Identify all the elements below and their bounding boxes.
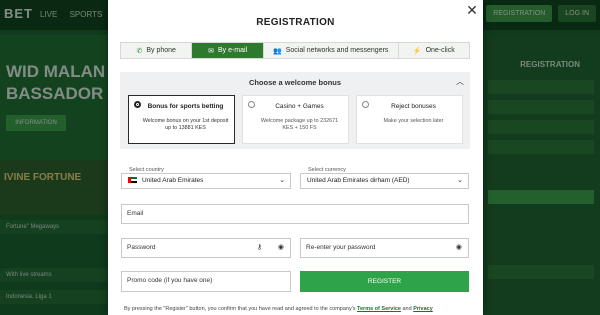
currency-select[interactable]: United Arab Emirates dirham (AED) ⌄ xyxy=(300,173,469,189)
tab-by-email[interactable]: ✉ By e-mail xyxy=(192,43,264,58)
password-repeat-field[interactable]: Re-enter your password ◉ xyxy=(300,238,469,258)
bonus-heading: Choose a welcome bonus xyxy=(248,78,342,87)
bonus-option-title: Casino + Games xyxy=(275,103,324,110)
close-icon[interactable]: ✕ xyxy=(465,3,479,17)
country-select[interactable]: United Arab Emirates ⌄ xyxy=(121,173,291,189)
bonus-option-desc: Welcome package up to 232671 KES + 150 F… xyxy=(260,118,339,131)
email-field[interactable]: Email xyxy=(121,204,469,224)
tab-by-phone[interactable]: ✆ By phone xyxy=(121,43,193,58)
tab-label: Social networks and messengers xyxy=(285,47,389,54)
bonus-option-casino[interactable]: Casino + Games Welcome package up to 232… xyxy=(242,95,349,144)
bonus-option-reject[interactable]: Reject bonuses Make your selection later xyxy=(356,95,463,144)
people-icon: 👥 xyxy=(272,47,282,55)
terms-link[interactable]: Terms of Service xyxy=(357,306,401,312)
tab-social-networks[interactable]: 👥 Social networks and messengers xyxy=(263,43,399,58)
chevron-up-icon[interactable]: ︿ xyxy=(456,76,464,87)
eye-icon[interactable]: ◉ xyxy=(456,239,462,257)
country-value: United Arab Emirates xyxy=(142,177,204,184)
uae-flag-icon xyxy=(128,177,137,184)
key-icon[interactable]: ⚷ xyxy=(257,239,262,257)
password-repeat-placeholder: Re-enter your password xyxy=(306,244,376,251)
password-placeholder: Password xyxy=(127,244,156,251)
email-icon: ✉ xyxy=(208,47,214,55)
privacy-link[interactable]: Privacy xyxy=(413,306,433,312)
lightning-icon: ⚡ xyxy=(412,47,422,55)
currency-value: United Arab Emirates dirham (AED) xyxy=(307,177,410,184)
register-button[interactable]: REGISTER xyxy=(300,271,469,292)
tab-label: By e-mail xyxy=(217,47,248,54)
terms-prefix: By pressing the "Register" button, you c… xyxy=(124,306,358,312)
tab-label: By phone xyxy=(146,47,176,54)
radio-selected[interactable] xyxy=(134,101,141,108)
terms-notice: By pressing the "Register" button, you c… xyxy=(124,306,479,312)
eye-off-icon[interactable]: ◉ xyxy=(278,239,284,257)
modal-title: REGISTRATION xyxy=(256,17,335,28)
promo-code-field[interactable]: Promo code (if you have one) xyxy=(121,271,291,292)
welcome-bonus-panel: Choose a welcome bonus ︿ Bonus for sport… xyxy=(120,72,470,149)
bonus-option-title: Reject bonuses xyxy=(391,103,436,110)
radio-unselected[interactable] xyxy=(362,101,369,108)
registration-modal: REGISTRATION ✕ ✆ By phone ✉ By e-mail 👥 … xyxy=(108,0,483,315)
chevron-down-icon: ⌄ xyxy=(457,177,463,184)
terms-and: and xyxy=(400,306,414,312)
chevron-down-icon: ⌄ xyxy=(279,177,285,184)
bonus-option-sports[interactable]: Bonus for sports betting Welcome bonus o… xyxy=(128,95,235,144)
tab-one-click[interactable]: ⚡ One-click xyxy=(398,43,469,58)
bonus-option-desc: Welcome bonus on your 1st deposit up to … xyxy=(142,118,229,131)
password-field[interactable]: Password ⚷ ◉ xyxy=(121,238,291,258)
tab-label: One-click xyxy=(425,47,455,54)
phone-icon: ✆ xyxy=(136,47,143,55)
bonus-option-desc: Make your selection later xyxy=(383,118,444,124)
radio-unselected[interactable] xyxy=(248,101,255,108)
registration-tabs: ✆ By phone ✉ By e-mail 👥 Social networks… xyxy=(120,42,470,59)
bonus-option-title: Bonus for sports betting xyxy=(147,103,224,110)
